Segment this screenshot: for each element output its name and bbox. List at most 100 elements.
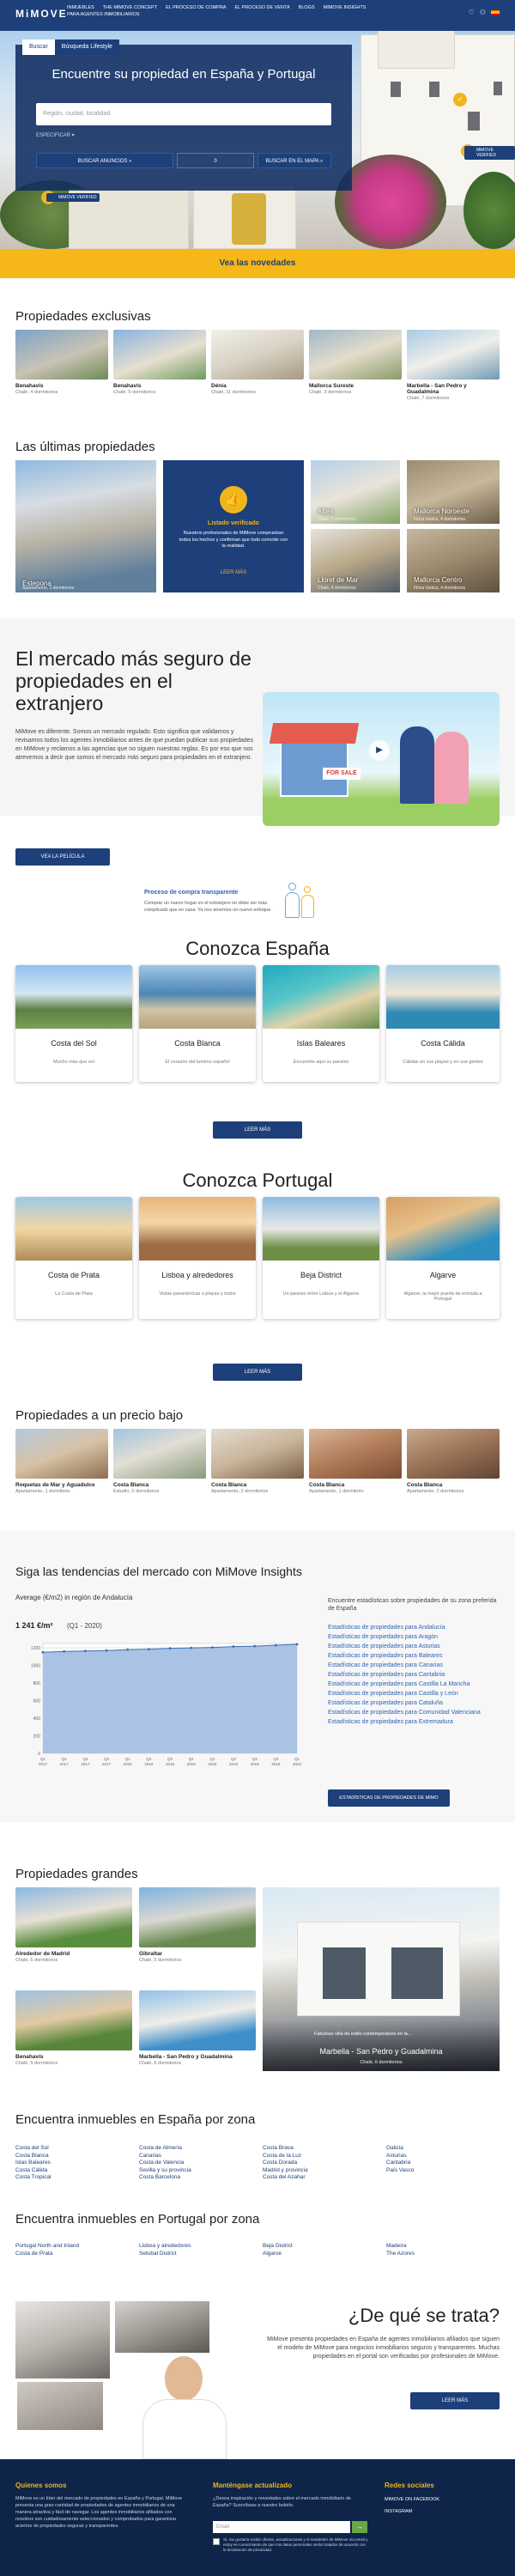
spain-read-more-button[interactable]: LEER MÁS: [213, 1121, 302, 1139]
zone-link[interactable]: Costa Cálida: [15, 2167, 136, 2175]
zone-link[interactable]: Costa Dorada: [263, 2160, 383, 2167]
property-card[interactable]: Roquetas de Mar y Aguadulce Apartamento,…: [15, 1429, 108, 1494]
property-card[interactable]: Marbella - San Pedro y Guadalmina Chalé,…: [407, 330, 500, 401]
latest-property-tile[interactable]: Altea Chalé, 3 dormitorios: [311, 460, 400, 524]
zone-link[interactable]: Sevilla y su provincia: [139, 2167, 259, 2175]
instagram-link[interactable]: INSTAGRAM: [385, 2509, 412, 2514]
region-card[interactable]: Algarve Algarve, la mejor puerta de entr…: [386, 1197, 500, 1319]
property-card[interactable]: Costa Blanca Apartamento, 2 dormitorios: [407, 1429, 500, 1494]
about-read-more-button[interactable]: LEER MÁS: [410, 2392, 500, 2409]
statistics-link[interactable]: Estadísticas de propiedades para Andaluc…: [328, 1623, 500, 1632]
zone-link[interactable]: Costa de Prata: [15, 2251, 136, 2258]
statistics-link[interactable]: Estadísticas de propiedades para Baleare…: [328, 1651, 500, 1661]
consent-checkbox[interactable]: [213, 2538, 220, 2545]
nav-link[interactable]: Inmuebles: [67, 5, 94, 10]
nav-link[interactable]: El proceso de compra: [166, 5, 226, 10]
latest-property-large[interactable]: Estepona Apartamento, 3 dormitorios: [15, 460, 156, 592]
nav-link[interactable]: El proceso de venta: [234, 5, 289, 10]
statistics-link[interactable]: Estadísticas de propiedades para Aragón: [328, 1632, 500, 1642]
zone-link[interactable]: Setubal District: [139, 2251, 259, 2258]
property-card[interactable]: Dénia Chalé, 11 dormitorios: [211, 330, 304, 395]
latest-property-tile[interactable]: Lloret de Mar Chalé, 4 dormitorios: [311, 529, 400, 592]
statistics-link[interactable]: Estadísticas de propiedades para Canaria…: [328, 1661, 500, 1670]
zone-link[interactable]: Cantabria: [386, 2160, 500, 2167]
property-card[interactable]: Benahavís Chalé, 5 dormitorios: [113, 330, 206, 395]
zone-link[interactable]: Costa Blanca: [15, 2153, 136, 2160]
zone-link[interactable]: The Azores: [386, 2251, 500, 2258]
zone-link[interactable]: Costa del Sol: [15, 2145, 136, 2153]
statistics-link[interactable]: Estadísticas de propiedades para Castill…: [328, 1680, 500, 1689]
statistics-link[interactable]: Estadísticas de propiedades para Castill…: [328, 1689, 500, 1698]
region-card[interactable]: Costa de Prata La Costa de Plata: [15, 1197, 132, 1319]
watch-video-button[interactable]: VEA LA PELÍCULA: [15, 848, 110, 866]
property-card[interactable]: Marbella - San Pedro y Guadalmina Chalé,…: [139, 1990, 256, 2066]
nav-link[interactable]: The MiMove Concept: [103, 5, 157, 10]
zone-link[interactable]: Madeira: [386, 2243, 500, 2251]
facebook-link[interactable]: MIMOVE ON FACEBOOK: [385, 2497, 439, 2502]
zone-link[interactable]: Lisboa y alrededores: [139, 2243, 259, 2251]
play-icon[interactable]: ▶: [369, 740, 390, 761]
latest-property-tile[interactable]: Mallorca Centro Finca rústica, 4 dormito…: [407, 529, 500, 592]
advanced-search-toggle[interactable]: ESPECIFICAR ▾: [36, 132, 75, 138]
verified-pin-icon[interactable]: ✓: [453, 93, 467, 106]
read-more-link[interactable]: LEER MÁS: [215, 570, 252, 575]
zone-link[interactable]: Galicia: [386, 2145, 500, 2153]
portugal-read-more-button[interactable]: LEER MÁS: [213, 1364, 302, 1381]
zone-link[interactable]: Asturias: [386, 2153, 500, 2160]
tab-lifestyle-search[interactable]: Búsqueda Lifestyle: [54, 39, 119, 55]
arrow-right-icon[interactable]: →: [352, 2521, 367, 2533]
newsletter-email-input[interactable]: Email: [213, 2521, 350, 2533]
region-card[interactable]: Costa Blanca El corazón del turismo espa…: [139, 965, 256, 1082]
property-card[interactable]: Mallorca Sureste Chalé, 3 dormitorios: [309, 330, 402, 395]
zone-link[interactable]: Islas Baleares: [15, 2160, 136, 2167]
team-image: [115, 2301, 209, 2353]
property-card[interactable]: Costa Blanca Apartamento, 2 dormitorios: [211, 1429, 304, 1494]
region-card[interactable]: Lisboa y alrededores Vistas panorámicas …: [139, 1197, 256, 1319]
region-card[interactable]: Costa del Sol Mucho más que sol: [15, 965, 132, 1082]
nav-link[interactable]: Para agentes inmobiliarios: [67, 12, 140, 17]
latest-property-tile[interactable]: Mallorca Noroeste Finca rústica, 4 dormi…: [407, 460, 500, 524]
search-listings-button[interactable]: BUSCAR ANUNCIOS ⌕: [36, 153, 173, 168]
news-banner[interactable]: Vea las novedades: [0, 249, 515, 278]
statistics-button[interactable]: ESTADÍSTICAS DE PROPIEDADES DE MIMO: [328, 1789, 450, 1807]
property-image: [407, 1429, 500, 1479]
property-card[interactable]: Gibraltar Chalé, 5 dormitorios: [139, 1887, 256, 1963]
zone-link[interactable]: Costa del Azahar: [263, 2174, 383, 2182]
zone-link[interactable]: Portugal North and Inland: [15, 2243, 136, 2251]
statistics-link[interactable]: Estadísticas de propiedades para Asturia…: [328, 1642, 500, 1651]
nav-link[interactable]: MiMove Insights: [324, 5, 367, 10]
nav-link[interactable]: Blogs: [299, 5, 315, 10]
flag-icon[interactable]: [491, 9, 500, 15]
region-card[interactable]: Islas Baleares Encuentre aquí su paraíso: [263, 965, 379, 1082]
region-card[interactable]: Costa Cálida Cálidas en sus playas y en …: [386, 965, 500, 1082]
heart-icon[interactable]: ♡: [469, 9, 475, 16]
zone-link[interactable]: Costa de la Luz: [263, 2153, 383, 2160]
zone-link[interactable]: País Vasco: [386, 2167, 500, 2175]
explainer-video-thumbnail[interactable]: FOR SALE ▶: [263, 692, 500, 826]
property-card[interactable]: Benahavís Chalé, 5 dormitorios: [15, 1990, 132, 2066]
statistics-link[interactable]: Estadísticas de propiedades para Extrema…: [328, 1717, 500, 1727]
map-search-button[interactable]: BUSCAR EN EL MAPA ⌕: [258, 153, 331, 168]
zone-link[interactable]: Costa Tropical: [15, 2174, 136, 2182]
logo[interactable]: MiMOVE: [15, 8, 68, 20]
region-card[interactable]: Beja District Un paraíso entre Lisboa y …: [263, 1197, 379, 1319]
zone-link[interactable]: Algarve: [263, 2251, 383, 2258]
location-search-input[interactable]: Región, ciudad, localidad: [36, 103, 331, 125]
statistics-link[interactable]: Estadísticas de propiedades para Cantabr…: [328, 1670, 500, 1680]
zone-link[interactable]: Costa de Almería: [139, 2145, 259, 2153]
featured-large-property[interactable]: Fabuloso villa de estilo contemporáneo e…: [263, 1887, 500, 2071]
statistics-link[interactable]: Estadísticas de propiedades para Cataluñ…: [328, 1698, 500, 1708]
statistics-link[interactable]: Estadísticas de propiedades para Comunid…: [328, 1708, 500, 1717]
zone-link[interactable]: Beja District: [263, 2243, 383, 2251]
tab-search[interactable]: Buscar: [22, 39, 55, 55]
property-card[interactable]: Costa Blanca Apartamento, 1 dormitorio: [309, 1429, 402, 1494]
zone-link[interactable]: Costa Brava: [263, 2145, 383, 2153]
zone-link[interactable]: Madrid y provincia: [263, 2167, 383, 2175]
property-card[interactable]: Costa Blanca Estudio, 0 dormitorios: [113, 1429, 206, 1494]
user-icon[interactable]: ⚇: [480, 9, 486, 16]
property-card[interactable]: Benahavís Chalé, 4 dormitorios: [15, 330, 108, 395]
zone-link[interactable]: Costa Barcelona: [139, 2174, 259, 2182]
property-card[interactable]: Alrededor de Madrid Chalé, 6 dormitorios: [15, 1887, 132, 1963]
zone-link[interactable]: Costa de Valencia: [139, 2160, 259, 2167]
zone-link[interactable]: Canarias: [139, 2153, 259, 2160]
